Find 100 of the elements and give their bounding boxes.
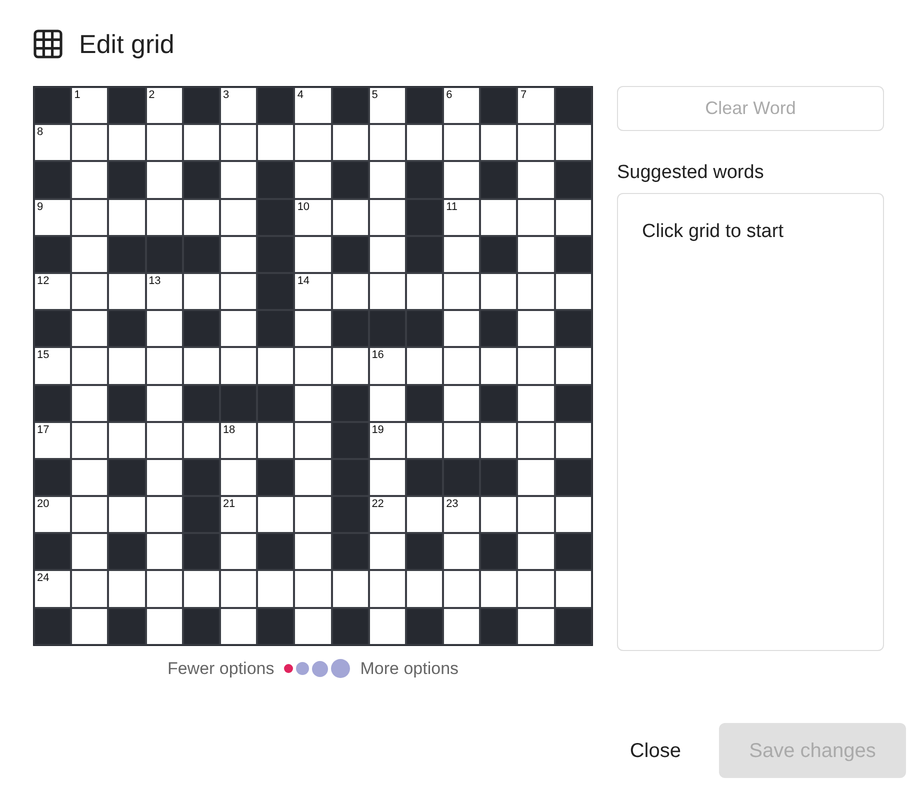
grid-square[interactable] [443,608,480,645]
grid-square[interactable]: 3 [220,87,258,124]
grid-square[interactable] [332,347,369,384]
grid-square[interactable]: 22 [368,496,406,534]
grid-square[interactable] [294,310,332,348]
grid-square[interactable] [71,310,108,348]
grid-square[interactable] [294,161,332,199]
grid-square[interactable] [146,422,183,459]
grid-square[interactable]: 24 [34,570,72,608]
grid-square[interactable] [146,347,183,384]
grid-square[interactable] [257,124,294,162]
grid-square[interactable] [182,422,220,459]
grid-square[interactable] [517,384,555,422]
grid-square[interactable] [554,496,592,534]
grid-square[interactable] [480,347,518,384]
grid-square[interactable] [146,570,183,608]
grid-square[interactable] [554,347,592,384]
grid-square[interactable] [71,384,108,422]
grid-square[interactable] [108,347,146,384]
grid-square[interactable] [71,198,108,236]
grid-square[interactable] [517,347,555,384]
grid-square[interactable] [146,384,183,422]
grid-square[interactable] [182,570,220,608]
grid-square[interactable] [517,272,555,310]
grid-square[interactable] [554,570,592,608]
grid-square[interactable] [220,310,258,348]
grid-square[interactable] [71,161,108,199]
grid-square[interactable] [480,272,518,310]
grid-square[interactable] [71,347,108,384]
close-button[interactable]: Close [610,723,701,778]
grid-square[interactable] [182,272,220,310]
grid-square[interactable] [443,272,480,310]
grid-square[interactable] [406,570,444,608]
grid-square[interactable] [220,347,258,384]
grid-square[interactable] [517,570,555,608]
grid-square[interactable] [406,496,444,534]
grid-square[interactable] [332,570,369,608]
grid-square[interactable] [71,570,108,608]
grid-square[interactable]: 4 [294,87,332,124]
grid-square[interactable] [108,124,146,162]
grid-square[interactable] [517,496,555,534]
grid-square[interactable] [406,272,444,310]
grid-square[interactable]: 5 [368,87,406,124]
grid-square[interactable] [146,608,183,645]
grid-square[interactable] [368,161,406,199]
grid-square[interactable] [443,161,480,199]
grid-square[interactable] [220,236,258,273]
grid-square[interactable] [517,161,555,199]
grid-square[interactable] [182,347,220,384]
grid-square[interactable] [257,570,294,608]
grid-square[interactable]: 16 [368,347,406,384]
grid-square[interactable] [146,458,183,496]
grid-square[interactable] [108,198,146,236]
grid-square[interactable] [71,533,108,570]
grid-square[interactable]: 21 [220,496,258,534]
grid-square[interactable] [146,310,183,348]
grid-square[interactable] [554,124,592,162]
grid-square[interactable] [294,236,332,273]
grid-square[interactable] [294,347,332,384]
grid-square[interactable] [294,608,332,645]
grid-square[interactable] [182,198,220,236]
grid-square[interactable] [368,272,406,310]
grid-square[interactable] [71,496,108,534]
grid-square[interactable] [480,496,518,534]
grid-square[interactable] [220,608,258,645]
grid-square[interactable]: 11 [443,198,480,236]
grid-square[interactable]: 13 [146,272,183,310]
grid-square[interactable] [368,608,406,645]
grid-square[interactable]: 20 [34,496,72,534]
grid-square[interactable] [71,422,108,459]
grid-square[interactable] [332,272,369,310]
grid-square[interactable] [443,384,480,422]
grid-square[interactable] [517,124,555,162]
grid-square[interactable] [220,124,258,162]
grid-square[interactable]: 19 [368,422,406,459]
grid-square[interactable] [294,570,332,608]
grid-square[interactable] [108,570,146,608]
grid-square[interactable] [146,124,183,162]
grid-square[interactable] [257,496,294,534]
grid-square[interactable] [220,198,258,236]
grid-square[interactable] [517,236,555,273]
grid-square[interactable] [443,422,480,459]
grid-square[interactable] [71,608,108,645]
grid-square[interactable] [294,533,332,570]
grid-square[interactable] [294,458,332,496]
grid-square[interactable] [294,124,332,162]
grid-square[interactable]: 6 [443,87,480,124]
grid-square[interactable] [368,570,406,608]
grid-square[interactable] [368,198,406,236]
grid-square[interactable]: 9 [34,198,72,236]
grid-square[interactable] [368,384,406,422]
grid-square[interactable]: 7 [517,87,555,124]
grid-square[interactable]: 23 [443,496,480,534]
grid-square[interactable]: 12 [34,272,72,310]
grid-square[interactable] [294,422,332,459]
grid-square[interactable] [368,124,406,162]
grid-square[interactable] [108,272,146,310]
grid-square[interactable] [517,422,555,459]
grid-square[interactable] [332,124,369,162]
grid-square[interactable] [71,272,108,310]
